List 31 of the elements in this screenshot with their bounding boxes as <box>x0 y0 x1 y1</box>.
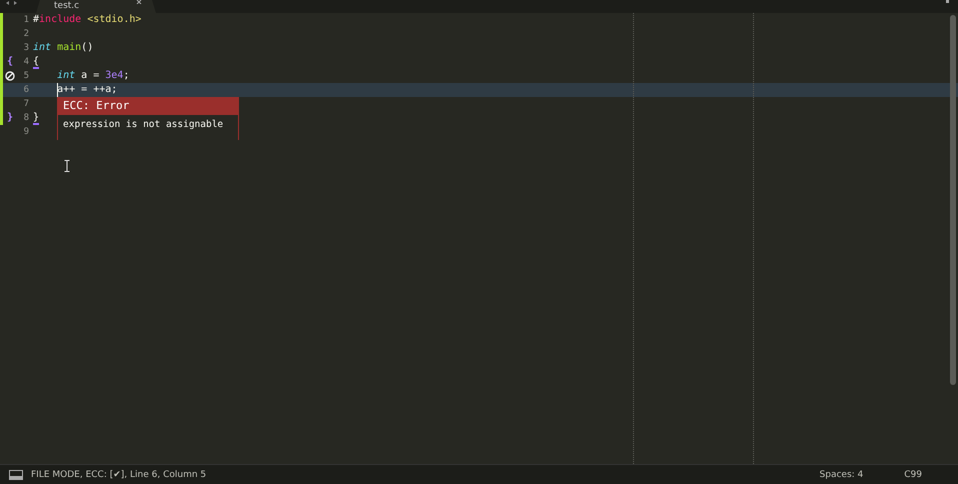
line-number: 6 <box>22 84 29 97</box>
line-number: 7 <box>22 98 29 111</box>
indentation-setting[interactable]: Spaces: 4 <box>820 470 864 480</box>
status-text: FILE MODE, ECC: [✔], Line 6, Column 5 <box>31 470 206 480</box>
code-line: int a = 3e4; <box>56 69 130 83</box>
code-line: a++ = ++a; <box>56 83 118 97</box>
text-caret <box>57 83 58 97</box>
line-number: 9 <box>22 126 29 139</box>
syntax-setting[interactable]: C99 <box>904 470 922 480</box>
line-number: 8 <box>22 112 29 125</box>
code-line: { <box>33 55 40 69</box>
bracket-marker: } <box>6 111 14 125</box>
error-icon <box>5 71 15 81</box>
file-tab[interactable]: test.c <box>36 0 156 13</box>
dropdown-icon[interactable] <box>946 0 950 4</box>
tooltip-message: expression is not assignable <box>62 118 224 132</box>
panel-icon[interactable] <box>9 470 23 480</box>
close-icon[interactable] <box>136 0 142 4</box>
code-line: int main() <box>33 41 94 55</box>
line-number: 5 <box>22 70 29 83</box>
text-cursor-icon <box>64 160 70 172</box>
line-number: 2 <box>22 28 29 41</box>
tooltip-title: ECC: Error <box>58 97 238 115</box>
tab-title: test.c <box>54 1 80 12</box>
line-number: 1 <box>22 14 29 27</box>
scrollbar-thumb[interactable] <box>950 15 956 385</box>
line-number: 3 <box>22 42 29 55</box>
line-number: 4 <box>22 56 29 69</box>
code-line: #include <stdio.h> <box>33 13 142 27</box>
bracket-marker: { <box>6 55 14 69</box>
code-line: } <box>33 111 40 125</box>
